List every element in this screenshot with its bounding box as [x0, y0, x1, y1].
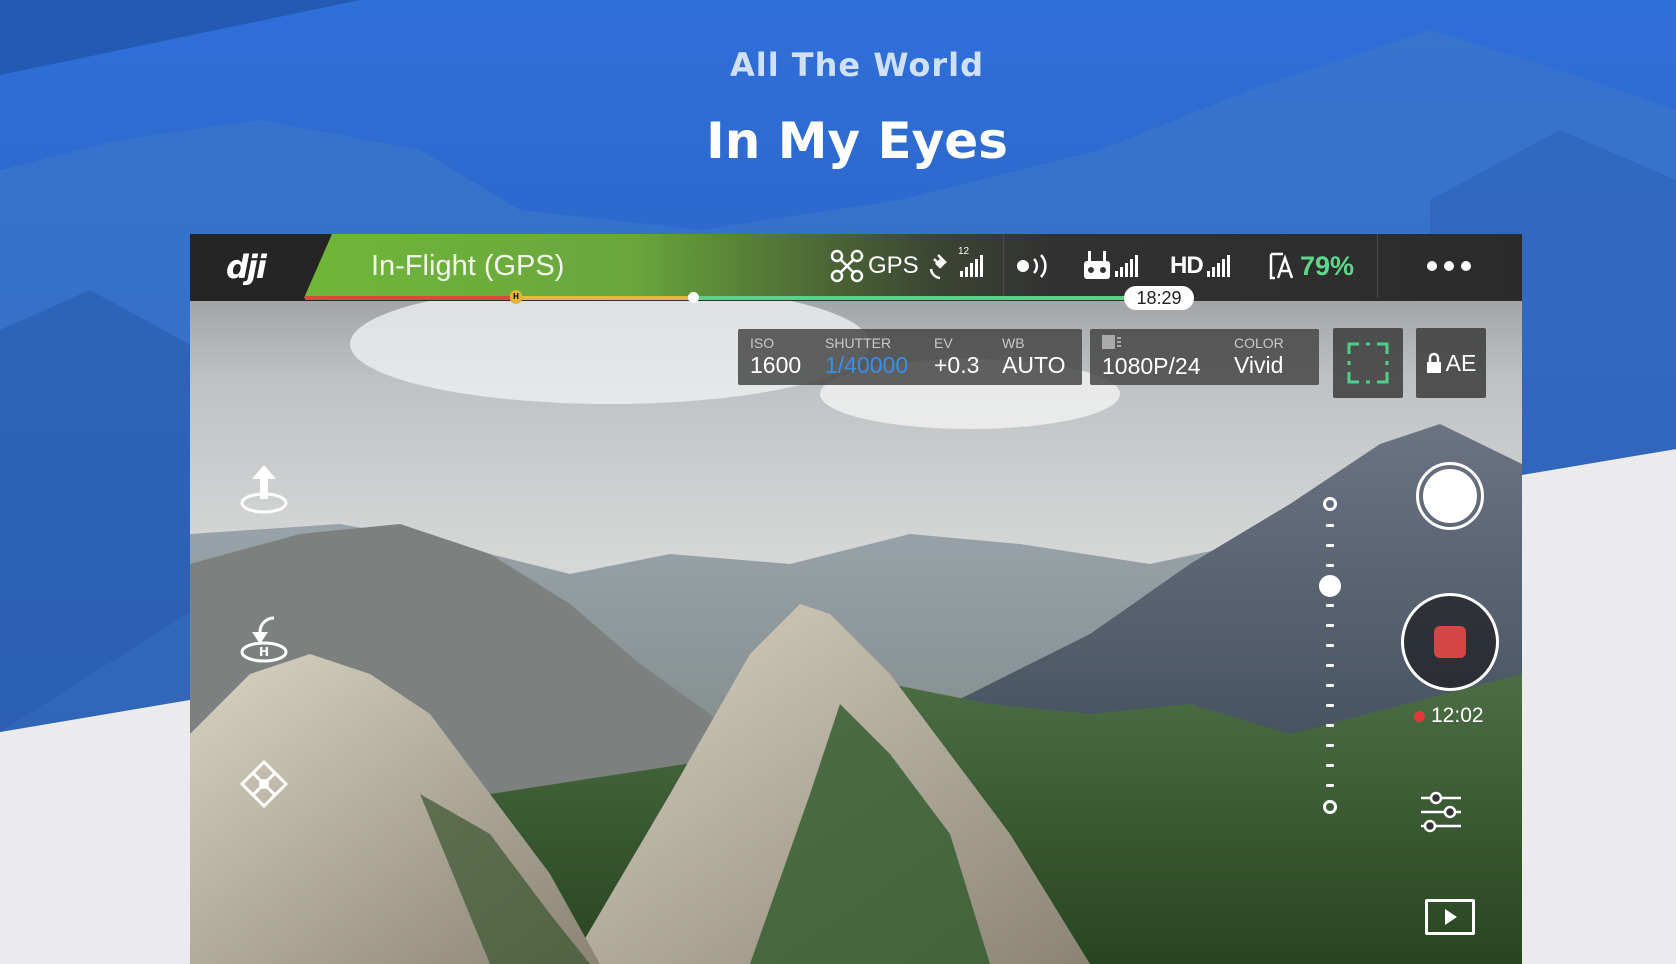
signal-bars-icon [1115, 255, 1138, 277]
more-dots-icon [1427, 261, 1471, 271]
iso-param[interactable]: ISO 1600 [750, 335, 801, 379]
satellite-icon [929, 254, 947, 280]
hd-label: HD [1170, 252, 1204, 279]
signal-bars-icon [960, 255, 983, 277]
color-param[interactable]: COLOR Vivid [1234, 335, 1284, 379]
param-label: EV [934, 335, 953, 351]
stop-record-icon [1434, 626, 1466, 658]
slider-top-end [1323, 497, 1337, 511]
slider-tick [1326, 724, 1334, 727]
obstacle-sensing-status[interactable] [1015, 248, 1055, 284]
hd-signal-status[interactable]: HD [1170, 248, 1230, 284]
battery-low-segment [512, 296, 694, 300]
battery-status[interactable]: 79% [1268, 248, 1354, 284]
slider-knob[interactable] [1319, 574, 1341, 597]
hero-title: In My Eyes [706, 112, 1008, 170]
param-value: 1/40000 [825, 352, 909, 378]
takeoff-icon [240, 465, 288, 514]
battery-percent: 79% [1300, 250, 1355, 281]
record-button[interactable] [1401, 593, 1499, 691]
record-timer: 12:02 [1414, 704, 1484, 728]
status-bar: dji In-Flight (GPS) GPS 12 HD 79% H 18:2… [190, 234, 1522, 310]
divider [1377, 234, 1378, 298]
record-time: 12:02 [1431, 704, 1484, 727]
intelligent-flight-button[interactable] [234, 754, 294, 814]
dji-logo: dji [226, 248, 267, 286]
drone-icon [239, 759, 289, 809]
param-value: Vivid [1234, 352, 1284, 378]
camera-format-panel[interactable]: 1080P/24 COLOR Vivid [1090, 329, 1319, 385]
takeoff-button[interactable] [234, 459, 294, 519]
param-label: ISO [750, 335, 775, 351]
slider-tick [1326, 704, 1334, 707]
slider-tick [1326, 784, 1334, 787]
flight-time-badge: 18:29 [1124, 286, 1194, 310]
sliders-settings-icon [1421, 791, 1461, 833]
wb-param[interactable]: WB AUTO [1002, 335, 1065, 379]
param-label: COLOR [1234, 335, 1284, 351]
return-home-icon: H [240, 616, 288, 663]
slider-tick [1326, 624, 1334, 627]
playback-button[interactable] [1425, 899, 1475, 935]
shutter-param[interactable]: SHUTTER 1/40000 [825, 335, 908, 379]
satellite-count: 12 [958, 246, 970, 257]
flight-mode-label: In-Flight (GPS) [371, 250, 565, 282]
focus-frame-icon [1347, 342, 1389, 384]
more-button[interactable] [1426, 248, 1472, 284]
gps-status[interactable]: GPS [830, 248, 919, 284]
battery-critical-segment [305, 296, 512, 300]
ev-param[interactable]: EV +0.3 [934, 335, 979, 379]
slider-tick [1326, 564, 1334, 567]
divider [1003, 234, 1004, 298]
play-icon [1445, 909, 1457, 925]
slider-tick [1326, 644, 1334, 647]
slider-bottom-end [1323, 800, 1337, 814]
svg-text:H: H [259, 645, 269, 659]
param-value: +0.3 [934, 352, 980, 378]
slider-tick [1326, 664, 1334, 667]
slider-tick [1326, 604, 1334, 607]
battery-icon [1269, 252, 1294, 280]
param-value: AUTO [1002, 352, 1066, 378]
resolution-param[interactable]: 1080P/24 [1102, 335, 1200, 380]
focus-mode-button[interactable] [1333, 328, 1403, 398]
param-value: 1600 [750, 352, 802, 378]
aircraft-icon [830, 249, 864, 283]
camera-settings-button[interactable] [1418, 789, 1464, 840]
param-label: WB [1002, 335, 1025, 351]
ae-label: AE [1445, 349, 1477, 376]
ae-lock-button[interactable]: AE [1416, 328, 1486, 398]
param-label: SHUTTER [825, 335, 892, 351]
satellite-status[interactable]: 12 [928, 246, 983, 284]
photo-mode-button[interactable] [1416, 462, 1484, 530]
signal-bars-icon [1206, 255, 1230, 277]
hero-subtitle: All The World [729, 46, 985, 84]
battery-remaining-segment [694, 296, 1134, 300]
slider-tick [1326, 684, 1334, 687]
app-screen: dji In-Flight (GPS) GPS 12 HD 79% H 18:2… [190, 234, 1522, 964]
resolution-value: 1080P/24 [1102, 353, 1201, 379]
lock-icon [1426, 352, 1441, 373]
slider-tick [1326, 544, 1334, 547]
camera-mode-icon [1423, 469, 1477, 523]
gps-label: GPS [868, 252, 919, 279]
slider-tick [1326, 764, 1334, 767]
battery-progress-knob [688, 292, 699, 303]
return-home-button[interactable]: H [234, 608, 294, 668]
recording-dot-icon [1414, 710, 1425, 722]
sd-card-icon [1102, 335, 1121, 349]
gimbal-pitch-slider[interactable] [1319, 497, 1341, 814]
vision-sensor-icon [1017, 254, 1047, 278]
slider-tick [1326, 524, 1334, 527]
slider-tick [1326, 744, 1334, 747]
camera-exposure-panel[interactable]: ISO 1600 SHUTTER 1/40000 EV +0.3 WB AUTO [738, 329, 1082, 385]
remote-signal-status[interactable] [1083, 248, 1138, 284]
remote-controller-icon [1084, 251, 1110, 279]
home-marker: H [510, 290, 522, 304]
